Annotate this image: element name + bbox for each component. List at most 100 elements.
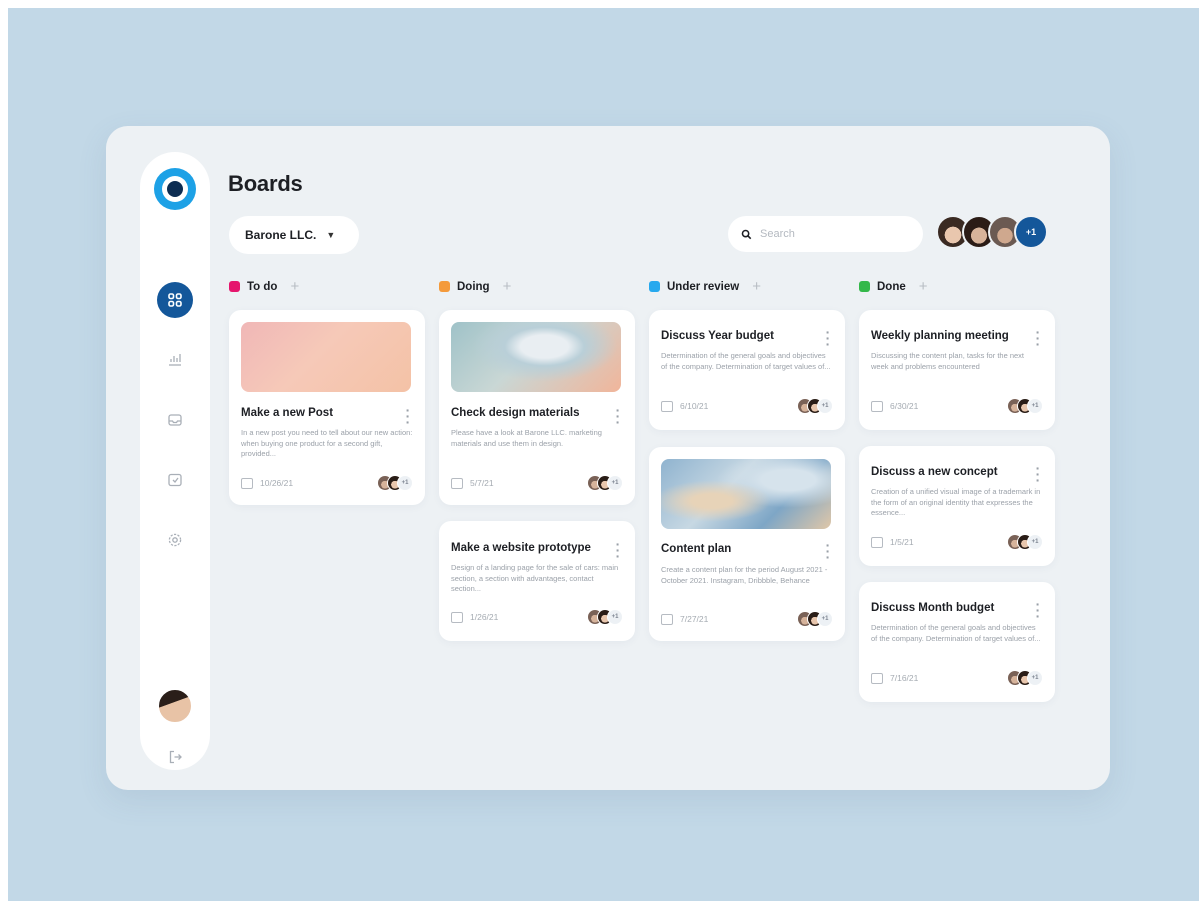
card-description: Please have a look at Barone LLC. market… <box>451 428 602 448</box>
column-title: Done <box>877 280 906 293</box>
card-date: 6/30/21 <box>890 401 919 411</box>
search-icon <box>741 229 752 239</box>
card-title: Discuss Year budget <box>661 330 774 342</box>
gear-icon <box>168 533 182 547</box>
page-title: Boards <box>228 171 303 196</box>
sidebar-item-calendar[interactable] <box>157 462 193 498</box>
calendar-icon <box>451 477 463 489</box>
team-more-badge[interactable]: +1 <box>1014 215 1048 249</box>
more-options-icon[interactable]: · · · <box>613 537 623 563</box>
card-description: Discussing the content plan, tasks for t… <box>871 351 1024 371</box>
calendar-icon <box>661 400 673 412</box>
card-cover-image <box>241 322 411 392</box>
card-date: 7/16/21 <box>890 673 919 683</box>
sidebar-item-settings[interactable] <box>157 522 193 558</box>
organization-dropdown[interactable]: Barone LLC. ▼ <box>229 216 359 254</box>
card-title: Discuss a new concept <box>871 466 998 478</box>
more-options-icon[interactable]: · · · <box>823 325 833 351</box>
card-assignees[interactable]: +1 <box>1007 534 1043 550</box>
app-window: Boards Barone LLC. ▼ +1 To do + Doing + … <box>106 126 1110 790</box>
add-card-icon[interactable]: + <box>752 278 761 295</box>
card-title: Make a new Post <box>241 407 334 419</box>
card-description: Design of a landing page for the sale of… <box>451 563 619 593</box>
card-assignees[interactable]: +1 <box>587 609 623 625</box>
card-title: Weekly planning meeting <box>871 330 1009 342</box>
column-title: Doing <box>457 280 490 293</box>
task-card[interactable]: Make a new Post · · · In a new post you ne… <box>229 310 425 505</box>
column-header-done: Done + <box>859 278 928 295</box>
add-card-icon[interactable]: + <box>919 278 928 295</box>
task-card[interactable]: Discuss Month budget · · · Determination o… <box>859 582 1055 702</box>
card-date: 1/5/21 <box>890 537 914 547</box>
sidebar-item-analytics[interactable] <box>157 341 193 377</box>
status-dot <box>439 281 450 292</box>
organization-dropdown-value: Barone LLC. <box>245 228 317 242</box>
card-cover-image <box>451 322 621 392</box>
calendar-icon <box>871 536 883 548</box>
task-card[interactable]: Weekly planning meeting · · · Discussing t… <box>859 310 1055 430</box>
chart-icon <box>169 354 181 366</box>
card-assignees[interactable]: +1 <box>797 398 833 414</box>
team-avatars[interactable]: +1 <box>936 215 1048 251</box>
card-title: Make a website prototype <box>451 542 591 554</box>
add-card-icon[interactable]: + <box>503 278 512 295</box>
card-description: Create a content plan for the period Aug… <box>661 565 828 585</box>
more-assignees-badge: +1 <box>607 475 623 491</box>
inbox-icon <box>168 414 182 426</box>
card-assignees[interactable]: +1 <box>587 475 623 491</box>
card-description: In a new post you need to tell about our… <box>241 428 413 458</box>
card-date: 6/10/21 <box>680 401 709 411</box>
more-assignees-badge: +1 <box>1027 534 1043 550</box>
card-date: 7/27/21 <box>680 614 709 624</box>
more-options-icon[interactable]: · · · <box>403 403 413 429</box>
column-title: Under review <box>667 280 740 293</box>
card-assignees[interactable]: +1 <box>377 475 413 491</box>
calendar-icon <box>871 672 883 684</box>
column-header-under-review: Under review + <box>649 278 761 295</box>
calendar-icon <box>241 477 253 489</box>
more-options-icon[interactable]: · · · <box>1033 461 1043 487</box>
card-assignees[interactable]: +1 <box>1007 398 1043 414</box>
card-date: 1/26/21 <box>470 612 499 622</box>
calendar-icon <box>168 473 182 487</box>
status-dot <box>649 281 660 292</box>
column-title: To do <box>247 280 278 293</box>
task-card[interactable]: Discuss Year budget · · · Determination of… <box>649 310 845 430</box>
status-dot <box>859 281 870 292</box>
card-date: 10/26/21 <box>260 478 294 488</box>
task-card[interactable]: Check design materials · · · Please have a… <box>439 310 635 505</box>
more-options-icon[interactable]: · · · <box>823 538 833 564</box>
search-box[interactable] <box>728 216 923 252</box>
logout-button[interactable] <box>157 739 193 775</box>
more-assignees-badge: +1 <box>1027 398 1043 414</box>
logout-icon <box>169 750 182 764</box>
search-input[interactable] <box>760 228 900 240</box>
task-card[interactable]: Content plan · · · Create a content plan f… <box>649 447 845 641</box>
more-assignees-badge: +1 <box>817 611 833 627</box>
card-description: Determination of the general goals and o… <box>661 351 831 371</box>
card-assignees[interactable]: +1 <box>797 611 833 627</box>
more-options-icon[interactable]: · · · <box>1033 597 1043 623</box>
sidebar-item-boards[interactable] <box>157 282 193 318</box>
more-assignees-badge: +1 <box>397 475 413 491</box>
sidebar-item-inbox[interactable] <box>157 402 193 438</box>
task-card[interactable]: Make a website prototype · · · Design of a… <box>439 521 635 641</box>
app-logo[interactable] <box>154 168 196 210</box>
add-card-icon[interactable]: + <box>290 278 299 295</box>
card-assignees[interactable]: +1 <box>1007 670 1043 686</box>
sidebar <box>140 152 210 770</box>
column-header-doing: Doing + <box>439 278 511 295</box>
more-options-icon[interactable]: · · · <box>613 403 623 429</box>
more-options-icon[interactable]: · · · <box>1033 325 1043 351</box>
column-header-todo: To do + <box>229 278 299 295</box>
card-description: Determination of the general goals and o… <box>871 623 1041 643</box>
task-card[interactable]: Discuss a new concept · · · Creation of a … <box>859 446 1055 566</box>
card-description: Creation of a unified visual image of a … <box>871 487 1041 517</box>
calendar-icon <box>871 400 883 412</box>
calendar-icon <box>661 613 673 625</box>
chevron-down-icon: ▼ <box>326 230 336 240</box>
user-avatar[interactable] <box>157 688 193 724</box>
more-assignees-badge: +1 <box>1027 670 1043 686</box>
calendar-icon <box>451 611 463 623</box>
grid-icon <box>168 293 182 307</box>
